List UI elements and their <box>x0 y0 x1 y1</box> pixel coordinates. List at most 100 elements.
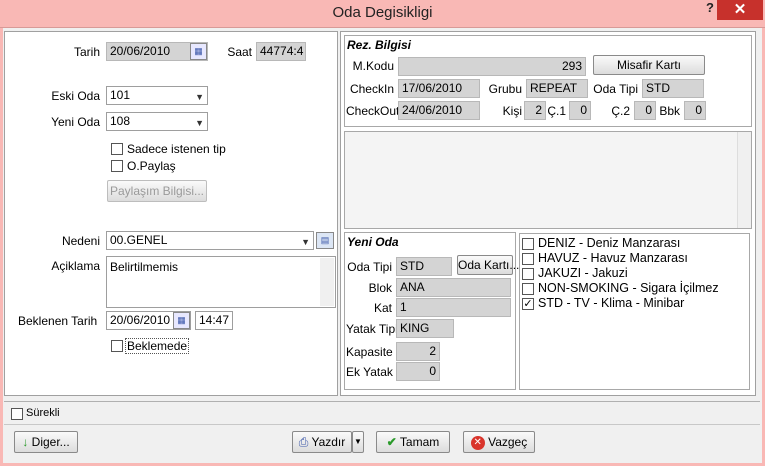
beklemede-label: Beklemede <box>125 338 190 354</box>
c1-field: 0 <box>569 101 591 120</box>
c2-field: 0 <box>634 101 656 120</box>
amenity-checkbox[interactable] <box>522 267 534 280</box>
kat-field: 1 <box>396 298 511 317</box>
saat-field[interactable]: 44774:4 <box>256 42 306 61</box>
yazdir-dropdown-button[interactable]: ▼ <box>352 431 364 453</box>
chevron-down-icon: ▼ <box>195 118 204 128</box>
opaylas-label: O.Paylaş <box>127 159 176 173</box>
kapasite-label: Kapasite <box>346 345 393 359</box>
beklenen-saat-field[interactable]: 14:47 <box>195 311 233 330</box>
calendar-icon[interactable]: ▦ <box>190 43 207 60</box>
tamam-label: Tamam <box>399 435 440 449</box>
yatak-tipi-label: Yatak Tipi <box>346 322 398 336</box>
footer-divider <box>4 424 760 425</box>
rez-bilgisi-title: Rez. Bilgisi <box>347 38 412 52</box>
blok-field: ANA <box>396 278 511 297</box>
list-item[interactable]: HAVUZ - Havuz Manzarası <box>522 250 688 266</box>
bbk-label: Bbk <box>659 104 680 118</box>
yazdir-button[interactable]: ⎙ Yazdır <box>292 431 352 453</box>
amenity-label: HAVUZ - Havuz Manzarası <box>538 251 688 265</box>
amenity-label: NON-SMOKING - Sigara İçilmez <box>538 281 719 295</box>
amenity-label: JAKUZI - Jakuzi <box>538 266 628 280</box>
footer-divider <box>4 401 760 402</box>
mkodu-label: M.Kodu <box>352 59 394 73</box>
amenity-checkbox[interactable] <box>522 282 534 295</box>
aciklama-scrollbar[interactable] <box>320 258 334 306</box>
paylasim-bilgisi-button[interactable]: Paylaşım Bilgisi... <box>107 180 207 202</box>
eski-oda-label: Eski Oda <box>51 89 100 103</box>
list-item[interactable]: JAKUZI - Jakuzi <box>522 265 628 281</box>
list-item[interactable]: NON-SMOKING - Sigara İçilmez <box>522 280 719 296</box>
eski-oda-select[interactable]: 101 ▼ <box>106 86 208 105</box>
amenity-label: DENIZ - Deniz Manzarası <box>538 236 681 250</box>
notes-box <box>344 131 752 229</box>
bbk-field: 0 <box>684 101 706 120</box>
sadece-checkbox[interactable] <box>111 143 123 155</box>
beklenen-tarih-label: Beklenen Tarih <box>18 314 98 328</box>
chevron-down-icon: ▼ <box>301 237 310 247</box>
lookup-icon[interactable]: ▤ <box>316 232 334 249</box>
aciklama-label: Açiklama <box>51 259 100 273</box>
check-icon[interactable]: ✓ <box>522 297 534 310</box>
aciklama-textarea[interactable]: Belirtilmemis <box>106 256 336 308</box>
cancel-icon: ✕ <box>470 435 485 450</box>
diger-button[interactable]: ↓ Diger... <box>14 431 78 453</box>
opaylas-checkbox[interactable] <box>111 160 123 172</box>
eski-oda-value: 101 <box>110 88 131 102</box>
c1-label: Ç.1 <box>547 104 566 118</box>
yeni-oda-title: Yeni Oda <box>347 235 399 249</box>
diger-label: Diger... <box>31 435 70 449</box>
nedeni-value: 00.GENEL <box>110 233 168 247</box>
list-item[interactable]: ✓ STD - TV - Klima - Minibar <box>522 295 684 311</box>
yeni-oda-tipi-field: STD <box>396 257 452 276</box>
kat-label: Kat <box>373 301 392 315</box>
beklemede-checkbox[interactable] <box>111 340 123 352</box>
kapasite-field: 2 <box>396 342 440 361</box>
kisi-field: 2 <box>524 101 546 120</box>
yeni-oda-tipi-label: Oda Tipi <box>347 260 392 274</box>
surekli-label: Sürekli <box>26 407 60 419</box>
blok-label: Blok <box>368 281 392 295</box>
arrow-down-icon: ↓ <box>22 435 29 449</box>
yatak-tipi-field: KING <box>396 319 454 338</box>
tamam-button[interactable]: ✔ Tamam <box>376 431 450 453</box>
oda-tipi-label: Oda Tipi <box>593 82 638 96</box>
amenity-label: STD - TV - Klima - Minibar <box>538 296 685 310</box>
checkin-label: CheckIn <box>349 82 394 96</box>
calendar-icon[interactable]: ▦ <box>173 312 190 329</box>
list-item[interactable]: DENIZ - Deniz Manzarası <box>522 235 680 251</box>
chevron-down-icon: ▼ <box>195 92 204 102</box>
checkout-field: 24/06/2010 <box>398 101 480 120</box>
yeni-oda-select[interactable]: 108 ▼ <box>106 112 208 131</box>
surekli-checkbox[interactable] <box>11 408 23 420</box>
grubu-label: Grubu <box>488 82 522 96</box>
amenity-checkbox[interactable] <box>522 252 534 265</box>
ek-yatak-label: Ek Yatak <box>346 365 393 379</box>
amenity-checkbox[interactable] <box>522 237 534 250</box>
checkout-label: CheckOut <box>346 104 400 118</box>
oda-tipi-field: STD <box>642 79 704 98</box>
tarih-label: Tarih <box>73 45 100 59</box>
notes-scrollbar[interactable] <box>737 132 751 228</box>
yeni-oda-label: Yeni Oda <box>51 115 100 129</box>
yeni-oda-value: 108 <box>110 114 131 128</box>
kisi-label: Kişi <box>502 104 522 118</box>
close-button[interactable]: ✕ <box>717 0 763 20</box>
aciklama-value: Belirtilmemis <box>110 260 179 274</box>
vazgec-button[interactable]: ✕ Vazgeç <box>463 431 535 453</box>
mkodu-field: 293 <box>398 57 586 76</box>
c2-label: Ç.2 <box>611 104 630 118</box>
check-icon: ✔ <box>386 435 397 449</box>
yazdir-label: Yazdır <box>311 435 346 449</box>
vazgec-label: Vazgeç <box>488 435 528 449</box>
nedeni-select[interactable]: 00.GENEL ▼ <box>106 231 314 250</box>
saat-label: Saat <box>227 45 252 59</box>
grubu-field: REPEAT <box>526 79 588 98</box>
chevron-down-icon: ▼ <box>354 437 362 446</box>
nedeni-label: Nedeni <box>61 234 100 248</box>
oda-karti-button[interactable]: Oda Kartı... <box>457 255 519 275</box>
misafir-karti-button[interactable]: Misafir Kartı <box>593 55 705 75</box>
ek-yatak-field: 0 <box>396 362 440 381</box>
window-title: Oda Degisikligi <box>332 4 433 21</box>
checkin-field: 17/06/2010 <box>398 79 480 98</box>
